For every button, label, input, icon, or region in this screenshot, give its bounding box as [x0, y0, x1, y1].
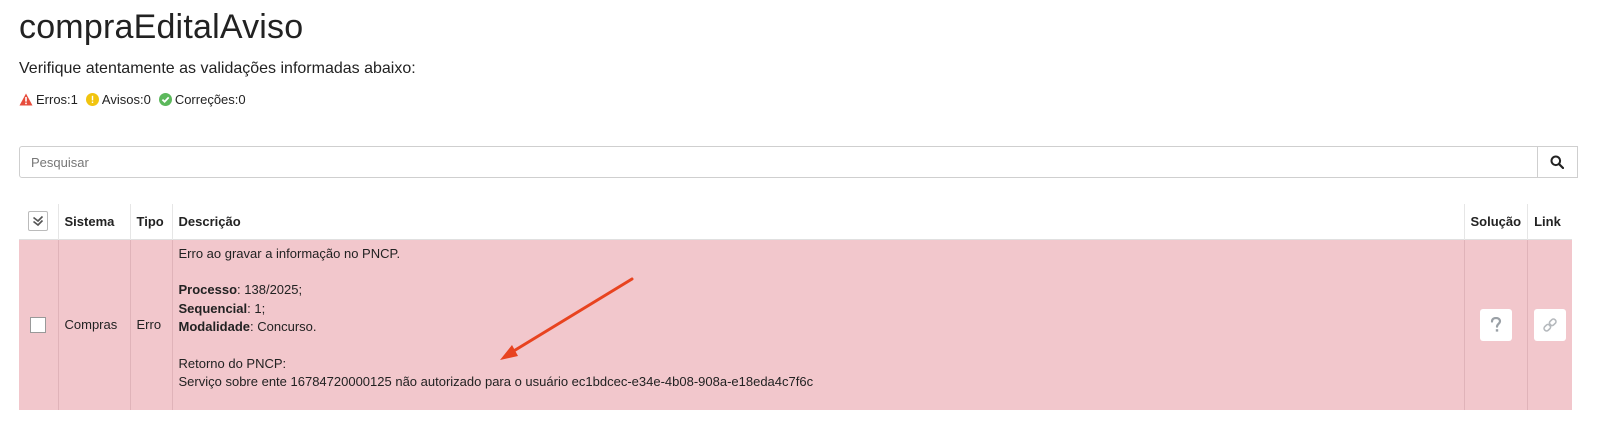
sequencial-label: Sequencial [178, 300, 248, 316]
modalidade-value: : Concurso. [250, 319, 317, 334]
select-all-header [19, 204, 59, 239]
cell-sistema: Compras [58, 239, 131, 410]
cell-solucao [1464, 239, 1529, 410]
solution-button[interactable] [1479, 308, 1512, 341]
cell-link [1527, 239, 1573, 410]
header-solucao[interactable]: Solução [1464, 204, 1529, 239]
search-button[interactable] [1538, 146, 1578, 178]
header-descricao[interactable]: Descrição [172, 204, 1465, 239]
warnings-counter: Avisos:0 [85, 92, 151, 107]
fixes-counter: Correções:0 [158, 92, 246, 107]
desc-sequencial: Sequencial: 1; [179, 300, 1458, 319]
fixes-count-label: Correções:0 [174, 92, 246, 107]
page-subtitle: Verifique atentamente as validações info… [19, 60, 416, 77]
double-check-icon [33, 216, 44, 227]
sequencial-value: : 1; [247, 300, 266, 316]
row-checkbox[interactable] [30, 316, 47, 333]
search-bar [19, 146, 1600, 178]
row-select-cell [19, 239, 59, 410]
question-icon [1490, 316, 1501, 332]
table-header-row: Sistema Tipo Descrição Solução Link [19, 204, 1573, 239]
page-title: compraEditalAviso [19, 8, 304, 46]
desc-modalidade: Modalidade: Concurso. [179, 318, 1458, 337]
table-row: Compras Erro Erro ao gravar a informação… [19, 239, 1573, 410]
warnings-count-label: Avisos:0 [101, 92, 151, 107]
select-all-button[interactable] [28, 211, 49, 232]
processo-label: Processo [178, 282, 238, 297]
processo-value: : 138/2025; [237, 282, 303, 297]
desc-error-message: Erro ao gravar a informação no PNCP. [178, 245, 401, 261]
cell-tipo: Erro [130, 239, 173, 410]
header-link[interactable]: Link [1527, 204, 1573, 239]
validation-table: Sistema Tipo Descrição Solução Link Comp… [19, 204, 1573, 410]
header-sistema[interactable]: Sistema [58, 204, 131, 239]
desc-retorno-text: Serviço sobre ente 16784720000125 não au… [178, 374, 814, 389]
check-circle-icon [158, 93, 172, 106]
validation-counters: Erros:1 Avisos:0 Correções:0 [19, 92, 252, 107]
modalidade-label: Modalidade [178, 319, 251, 334]
search-icon [1550, 155, 1564, 169]
errors-counter: Erros:1 [19, 92, 78, 107]
desc-processo: Processo: 138/2025; [179, 281, 1458, 300]
errors-count-label: Erros:1 [36, 92, 78, 107]
header-tipo[interactable]: Tipo [130, 204, 173, 239]
desc-retorno-label: Retorno do PNCP: [178, 355, 287, 371]
warning-triangle-icon [19, 93, 33, 106]
cell-descricao: Erro ao gravar a informação no PNCP. Pro… [172, 239, 1465, 410]
exclamation-circle-icon [85, 93, 99, 106]
link-button[interactable] [1534, 308, 1567, 341]
link-icon [1543, 318, 1557, 332]
search-input[interactable] [19, 146, 1538, 178]
